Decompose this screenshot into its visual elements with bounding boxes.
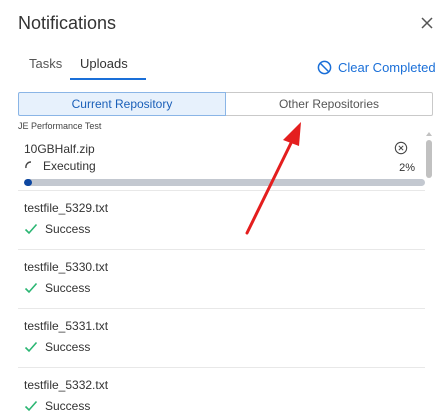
- file-name: testfile_5330.txt: [24, 260, 109, 274]
- status-text: Success: [45, 222, 91, 236]
- status-text: Executing: [43, 159, 96, 173]
- page-title: Notifications: [18, 13, 117, 33]
- cancel-icon[interactable]: [394, 141, 408, 155]
- check-icon: [24, 341, 38, 353]
- tab-tasks[interactable]: Tasks: [29, 56, 62, 71]
- scrollbar-thumb[interactable]: [426, 140, 432, 178]
- close-icon[interactable]: [419, 15, 435, 31]
- active-tab-indicator: [70, 78, 146, 80]
- status: Success: [24, 340, 90, 354]
- file-name: 10GBHalf.zip: [24, 142, 95, 156]
- clear-completed-button[interactable]: Clear Completed: [317, 60, 436, 75]
- status: Success: [24, 281, 90, 295]
- other-repositories-button[interactable]: Other Repositories: [226, 92, 433, 116]
- progress-bar-fill: [24, 179, 32, 186]
- block-icon: [317, 60, 332, 75]
- scrollbar[interactable]: [425, 130, 433, 415]
- group-label: JE Performance Test: [18, 121, 102, 131]
- repository-toggle: Current Repository Other Repositories: [18, 92, 433, 116]
- list-item: testfile_5329.txt Success: [18, 191, 425, 250]
- list-item: testfile_5330.txt Success: [18, 250, 425, 309]
- progress-bar: [24, 179, 425, 186]
- progress-percent: 2%: [399, 162, 415, 174]
- status-text: Success: [45, 340, 91, 354]
- status-text: Success: [45, 281, 91, 295]
- file-name: testfile_5332.txt: [24, 378, 109, 392]
- file-name: testfile_5331.txt: [24, 319, 109, 333]
- check-icon: [24, 282, 38, 294]
- list-item: testfile_5331.txt Success: [18, 309, 425, 368]
- status-text: Success: [45, 399, 91, 413]
- status: Success: [24, 222, 90, 236]
- list-item: testfile_5332.txt Success: [18, 368, 425, 415]
- list-item: 10GBHalf.zip Executing 2%: [18, 133, 425, 191]
- file-name: testfile_5329.txt: [24, 201, 109, 215]
- check-icon: [24, 400, 38, 412]
- notifications-header: Notifications: [0, 0, 437, 48]
- status: Executing: [24, 159, 96, 173]
- check-icon: [24, 223, 38, 235]
- upload-list: 10GBHalf.zip Executing 2% testfile_5329.…: [18, 133, 425, 415]
- current-repository-button[interactable]: Current Repository: [18, 92, 226, 116]
- tab-uploads[interactable]: Uploads: [80, 56, 128, 71]
- clear-completed-label: Clear Completed: [338, 60, 436, 75]
- status: Success: [24, 399, 90, 413]
- scroll-up-arrow-icon[interactable]: [425, 130, 433, 138]
- spinner-icon: [25, 161, 32, 169]
